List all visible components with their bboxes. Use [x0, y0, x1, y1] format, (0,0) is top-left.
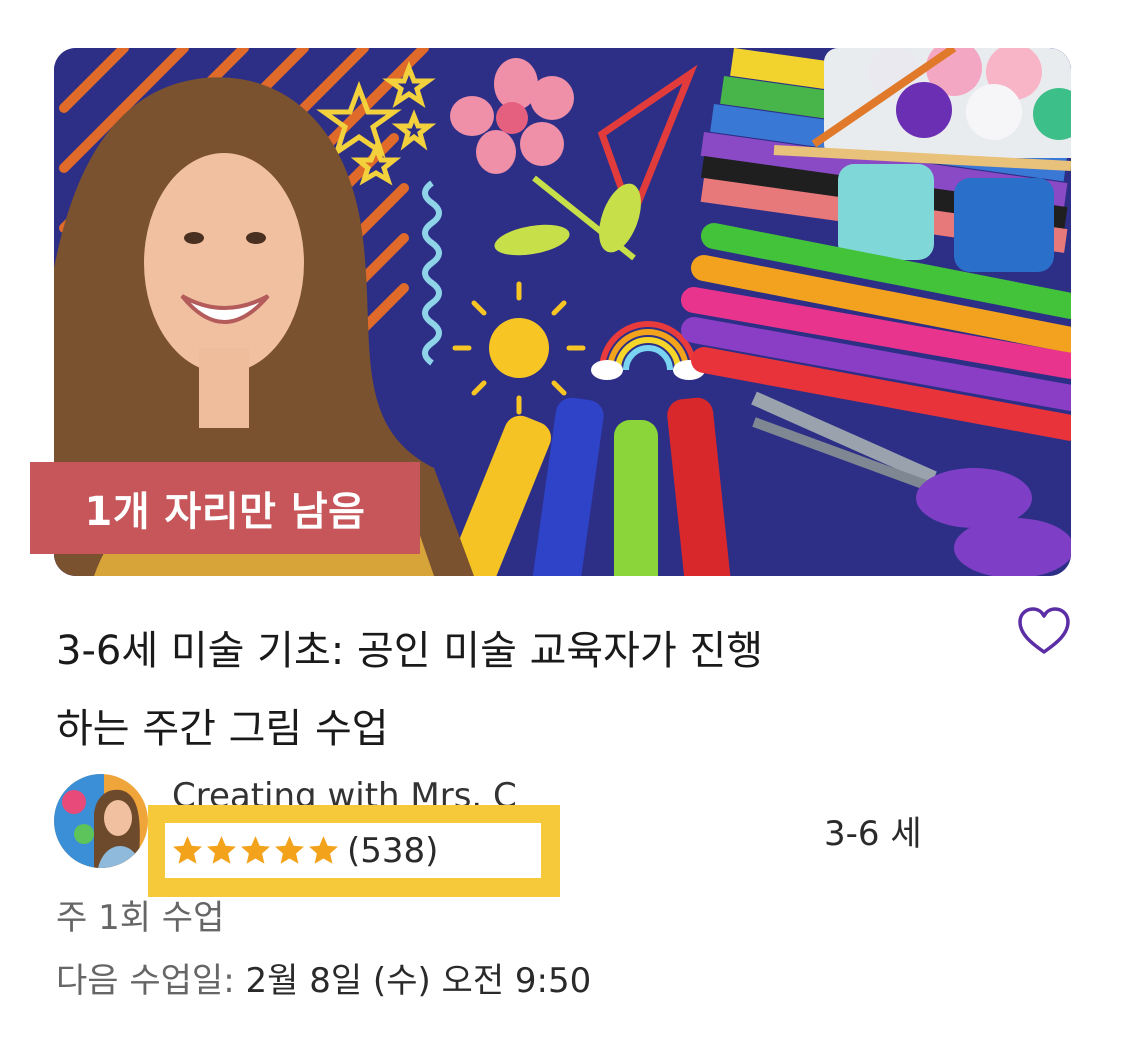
teacher-avatar[interactable]	[54, 774, 148, 868]
star-icon	[275, 836, 304, 864]
class-frequency: 주 1회 수업	[56, 898, 225, 938]
class-title-line-1[interactable]: 3-6세 미술 기초: 공인 미술 교육자가 진행	[56, 628, 763, 674]
review-count[interactable]: (538)	[347, 831, 438, 871]
age-range: 3-6 세	[824, 814, 922, 854]
star-icon	[207, 836, 236, 864]
class-title-line-2[interactable]: 하는 주간 그림 수업	[56, 706, 389, 752]
teacher-rating[interactable]: (538)	[165, 823, 541, 878]
heart-outline-icon	[1018, 606, 1070, 654]
favorite-button[interactable]	[1014, 604, 1074, 660]
class-title[interactable]: 3-6세 미술 기초: 공인 미술 교육자가 진행 하는 주간 그림 수업	[56, 612, 956, 768]
star-icon	[241, 836, 270, 864]
next-class-label: 다음 수업일:	[56, 961, 235, 1001]
rating-stars	[171, 834, 341, 867]
next-class-datetime: 2월 8일 (수) 오전 9:50	[245, 961, 592, 1001]
next-class-info: 다음 수업일: 2월 8일 (수) 오전 9:50	[56, 953, 591, 1002]
teacher-name[interactable]: Creating with Mrs. C	[172, 770, 517, 806]
star-icon	[309, 836, 338, 864]
star-icon	[173, 836, 202, 864]
seats-left-badge: 1개 자리만 남음	[30, 462, 420, 554]
teacher-photo	[54, 774, 148, 868]
